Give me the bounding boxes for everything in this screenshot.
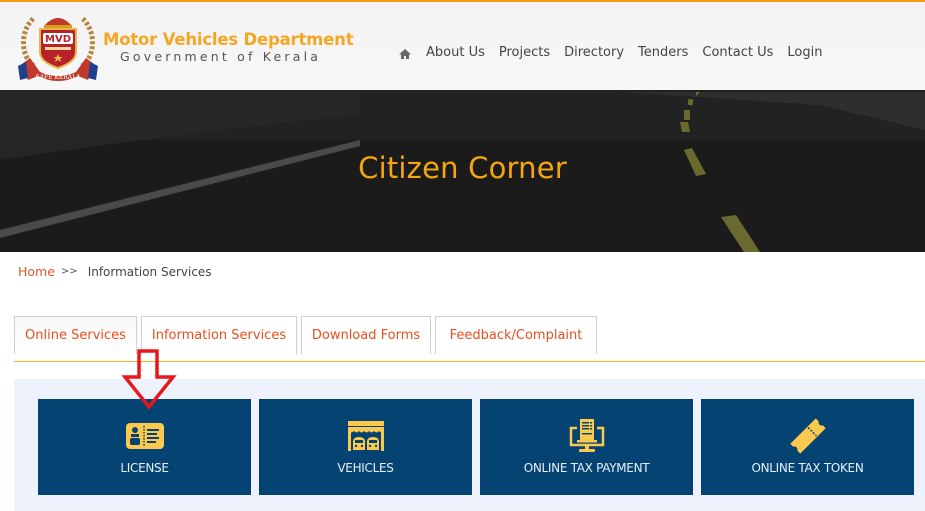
ticket-icon — [786, 418, 830, 454]
nav-tenders[interactable]: Tenders — [638, 45, 688, 60]
service-vehicles[interactable]: VEHICLES — [259, 399, 472, 495]
service-online-tax-token[interactable]: ONLINE TAX TOKEN — [701, 399, 914, 495]
mvd-logo[interactable]: MVD SAFE KERALA — [14, 8, 102, 88]
tab-online-services[interactable]: Online Services — [14, 316, 137, 354]
svg-text:SAFE KERALA: SAFE KERALA — [36, 74, 82, 81]
site-header: MVD SAFE KERALA Motor Vehicles Departmen… — [0, 0, 925, 90]
nav-contact-us[interactable]: Contact Us — [702, 45, 773, 60]
page-title: Citizen Corner — [358, 151, 567, 185]
breadcrumb-current: Information Services — [87, 264, 212, 279]
hero-banner: Citizen Corner — [0, 90, 925, 252]
brand-subtitle: Government of Kerala — [120, 49, 322, 64]
home-icon[interactable] — [398, 46, 412, 60]
nav-login[interactable]: Login — [787, 45, 822, 60]
service-label: ONLINE TAX TOKEN — [751, 461, 864, 475]
brand-title: Motor Vehicles Department — [103, 30, 354, 49]
service-license[interactable]: LICENSE — [38, 399, 251, 495]
breadcrumb-separator: >> — [60, 266, 78, 277]
svg-text:MVD: MVD — [45, 34, 71, 45]
nav-projects[interactable]: Projects — [499, 45, 550, 60]
tab-download-forms[interactable]: Download Forms — [301, 316, 431, 354]
service-label: VEHICLES — [337, 461, 394, 475]
main-nav: About Us Projects Directory Tenders Cont… — [398, 45, 836, 60]
nav-about-us[interactable]: About Us — [426, 45, 485, 60]
brand: Motor Vehicles Department Government of … — [103, 30, 354, 64]
breadcrumb: Home >> Information Services — [18, 264, 212, 279]
red-down-arrow-icon — [121, 349, 177, 410]
nav-directory[interactable]: Directory — [564, 45, 624, 60]
mvd-emblem-icon: MVD SAFE KERALA — [18, 16, 98, 81]
computer-receipt-icon — [565, 419, 609, 453]
tab-feedback-complaint[interactable]: Feedback/Complaint — [435, 316, 597, 354]
service-label: LICENSE — [120, 461, 169, 475]
service-label: ONLINE TAX PAYMENT — [523, 461, 650, 475]
license-card-icon — [123, 419, 167, 453]
breadcrumb-home-link[interactable]: Home — [18, 264, 55, 279]
garage-cars-icon — [344, 419, 388, 453]
service-tabs: Online Services Information Services Dow… — [14, 316, 601, 354]
service-online-tax-payment[interactable]: ONLINE TAX PAYMENT — [480, 399, 693, 495]
